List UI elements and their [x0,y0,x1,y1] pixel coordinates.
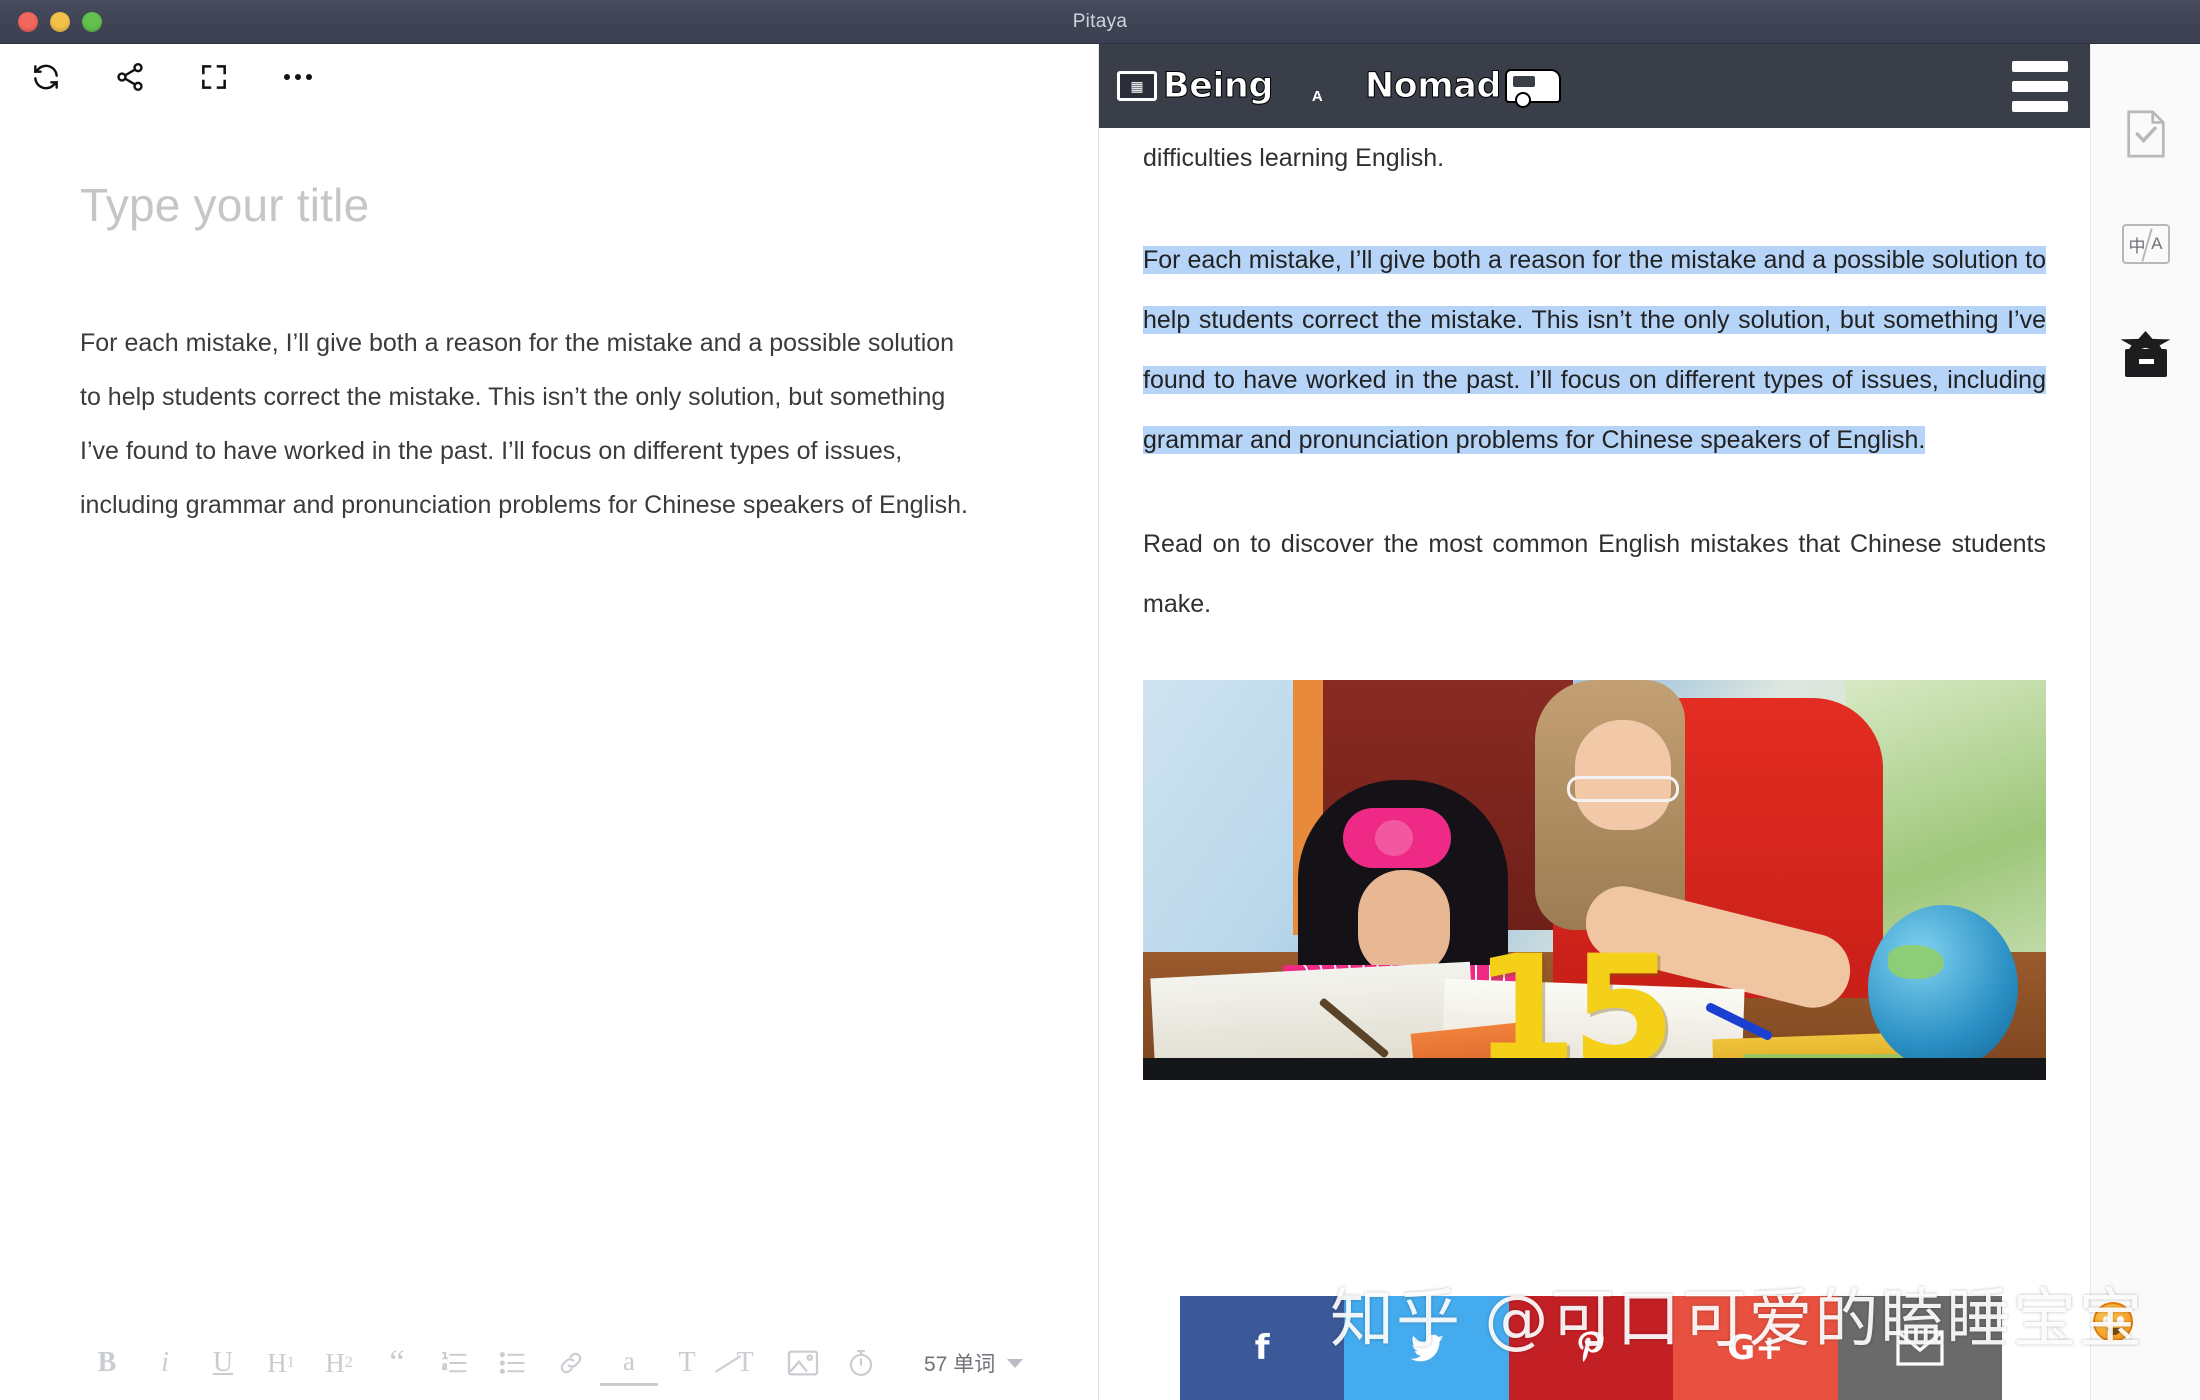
translate-glyph: 中 A [2121,224,2170,264]
logo-text-being: Being [1163,66,1274,107]
share-icon[interactable] [110,57,150,97]
unordered-list-icon[interactable] [484,1340,542,1386]
photo-overlay-number: 15 [1473,924,1676,1080]
caravan-icon [1504,69,1561,108]
chevron-down-icon [1007,1358,1024,1368]
translate-cn: 中 [2128,236,2146,256]
site-logo[interactable]: ▦ Being A Nomad [1117,55,1561,117]
window-titlebar: Pitaya [0,0,2200,44]
photo-teacher-glasses [1567,776,1679,802]
suitcase-icon: ▦ [1117,71,1157,101]
editor-toolbar [0,44,1098,110]
pinterest-share-button[interactable] [1508,1296,1674,1400]
word-count-label: 57 单词 [924,1353,996,1376]
hamburger-menu-icon[interactable] [2012,60,2068,112]
fullscreen-icon[interactable] [194,57,234,97]
document-check-icon[interactable] [2118,106,2174,162]
more-icon[interactable] [278,57,318,97]
photo-bottom-bar [1143,1058,2046,1080]
selected-text: For each mistake, I’ll give both a reaso… [1143,246,2046,454]
clear-format-button[interactable]: T [716,1340,774,1386]
italic-button[interactable]: i [136,1340,194,1386]
link-icon[interactable] [542,1340,600,1386]
timer-icon[interactable] [832,1340,890,1386]
document-body-text[interactable]: For each mistake, I’ll give both a reaso… [80,316,970,532]
heading2-button[interactable]: H2 [310,1340,368,1386]
twitter-icon [1409,1334,1444,1362]
logo-text-nomad: Nomad [1364,66,1501,107]
ordered-list-icon[interactable] [426,1340,484,1386]
email-icon [1896,1330,1944,1366]
facebook-share-button[interactable]: f [1180,1296,1345,1400]
word-count-selector[interactable]: 57 单词 [924,1348,1024,1378]
app-window: Pitaya Type your title For each mistake,… [0,0,2200,1400]
status-emoji-icon[interactable] [2093,1302,2133,1342]
photo-globe [1868,905,2018,1070]
underline-button[interactable]: U [194,1340,252,1386]
editor-pane: Type your title For each mistake, I’ll g… [0,44,1098,1400]
preview-pane: ...to Chinese students. But students can… [1099,44,2090,1400]
googleplus-share-button[interactable]: G+ [1673,1296,1838,1400]
archive-glyph [2119,331,2173,377]
image-icon[interactable] [774,1340,832,1386]
photo-girl-bow [1343,808,1451,868]
photo-teacher-face [1575,720,1671,830]
social-share-bar: f G+ [1180,1296,2003,1400]
heading2-letter: H [325,1347,345,1378]
twitter-share-button[interactable] [1344,1296,1509,1400]
right-sidebar: 中 A [2090,44,2200,1400]
preview-content: ...to Chinese students. But students can… [1099,44,2090,1080]
translate-icon[interactable]: 中 A [2118,216,2174,272]
preview-image: 15 [1143,680,2046,1080]
heading1-button[interactable]: H1 [252,1340,310,1386]
heading1-letter: H [267,1347,287,1378]
translate-en: A [2151,234,2163,253]
email-share-button[interactable] [1837,1296,2003,1400]
facebook-icon: f [1254,1328,1270,1368]
blockquote-button[interactable]: “ [368,1340,426,1386]
googleplus-icon: G+ [1727,1328,1784,1368]
heading1-level: 1 [286,1354,295,1371]
window-title: Pitaya [1072,11,1128,32]
refresh-icon[interactable] [26,57,66,97]
text-style-button[interactable]: T [658,1340,716,1386]
pinterest-icon [1578,1331,1604,1362]
photo-girl-face [1358,870,1450,975]
document-title-placeholder[interactable]: Type your title [80,178,1020,232]
site-banner: ▦ Being A Nomad [1099,44,2090,128]
logo-letter-a: A [1311,88,1323,105]
preview-paragraph-after: Read on to discover the most common Engl… [1143,530,2046,618]
archive-star-icon[interactable] [2118,326,2174,382]
preview-paragraph-selected[interactable]: For each mistake, I’ll give both a reaso… [1143,230,2046,470]
bold-button[interactable]: B [78,1340,136,1386]
heading2-level: 2 [344,1354,353,1371]
two-people-icon: A [1277,55,1361,117]
format-toolbar: B i U H1 H2 “ a T T 57 单词 [0,1326,1098,1400]
highlight-button[interactable]: a [600,1340,658,1386]
